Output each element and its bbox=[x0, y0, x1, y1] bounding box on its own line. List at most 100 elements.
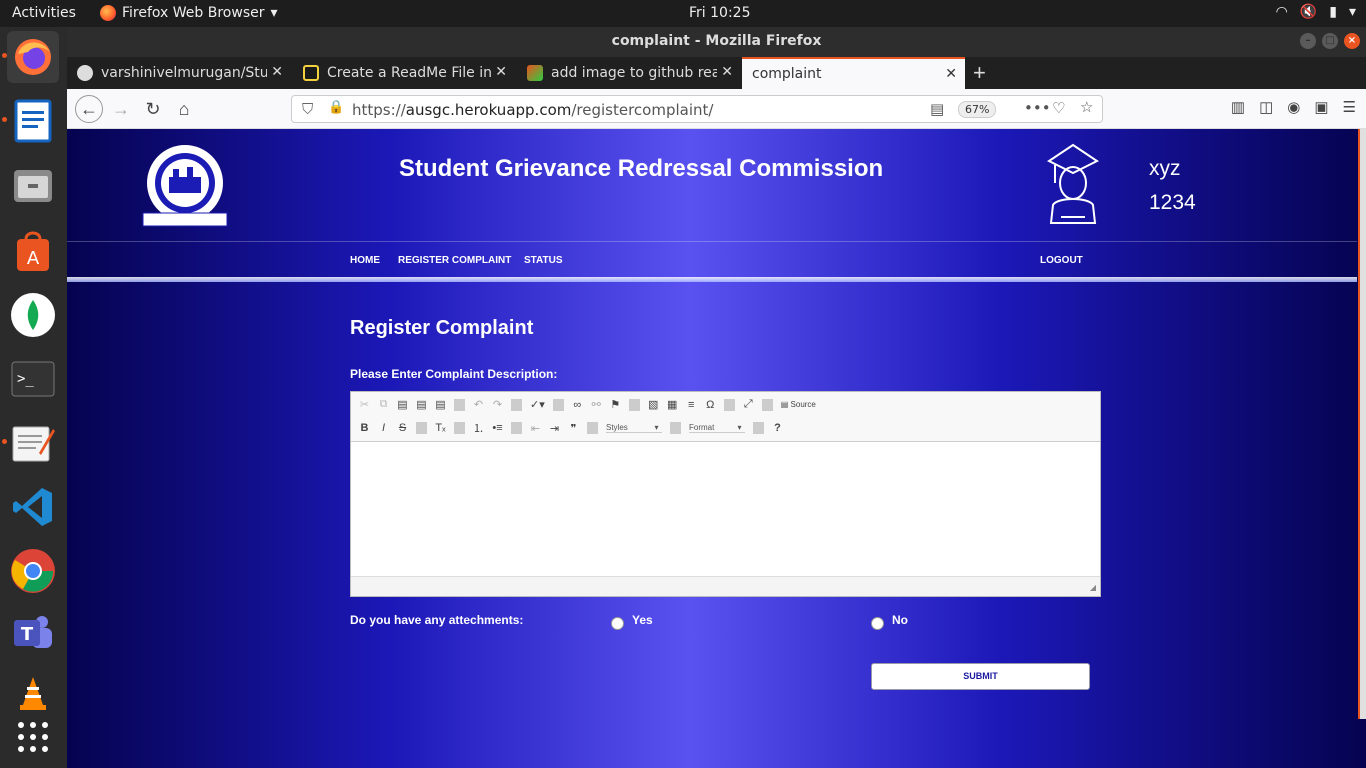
tab-add-image[interactable]: add image to github read ✕ bbox=[517, 57, 741, 89]
indent-icon[interactable]: ⇥ bbox=[549, 422, 560, 435]
bold-icon[interactable]: B bbox=[359, 422, 370, 434]
format-dropdown[interactable]: Format ▾ bbox=[689, 423, 745, 433]
nav-status[interactable]: STATUS bbox=[524, 255, 563, 266]
source-button[interactable]: ▤ Source bbox=[781, 400, 816, 409]
toolbar-separator bbox=[753, 422, 764, 434]
clock[interactable]: Fri 10:25 bbox=[689, 5, 750, 21]
remove-format-icon[interactable]: Tₓ bbox=[435, 422, 446, 434]
account-icon[interactable]: ◉ bbox=[1287, 98, 1300, 116]
numbered-list-icon[interactable]: ⒈ bbox=[473, 420, 484, 436]
horizontal-rule-icon[interactable]: ≡ bbox=[686, 399, 697, 411]
image-icon[interactable]: ▧ bbox=[648, 398, 659, 411]
new-tab-button[interactable]: + bbox=[973, 60, 986, 86]
search-result-icon bbox=[527, 65, 543, 81]
page-actions-icon[interactable]: ••• bbox=[1024, 99, 1051, 117]
spellcheck-icon[interactable]: ✓▾ bbox=[530, 398, 545, 411]
page-scrollbar[interactable] bbox=[1358, 129, 1366, 719]
dock-text-editor[interactable] bbox=[7, 417, 59, 469]
link-icon[interactable]: ∞ bbox=[572, 399, 583, 411]
activities-button[interactable]: Activities bbox=[12, 5, 76, 21]
dock-files[interactable] bbox=[7, 160, 59, 212]
unlink-icon[interactable]: ⚯ bbox=[591, 398, 602, 411]
system-tray[interactable]: ◠ 🔇 ▮ ▾ bbox=[1276, 4, 1356, 20]
dock-firefox[interactable] bbox=[7, 31, 59, 83]
table-icon[interactable]: ▦ bbox=[667, 398, 678, 411]
user-name: xyz bbox=[1149, 157, 1181, 180]
graduate-avatar-icon bbox=[1047, 143, 1099, 224]
svg-text:T: T bbox=[21, 624, 34, 645]
redo-icon[interactable]: ↷ bbox=[492, 398, 503, 411]
undo-icon[interactable]: ↶ bbox=[473, 398, 484, 411]
bulleted-list-icon[interactable]: •≡ bbox=[492, 422, 503, 434]
complaint-description-textarea[interactable] bbox=[351, 442, 1100, 576]
tab-readme[interactable]: Create a ReadMe File in G ✕ bbox=[293, 57, 515, 89]
special-char-icon[interactable]: Ω bbox=[705, 399, 716, 411]
close-tab-icon[interactable]: ✕ bbox=[495, 64, 507, 80]
paste-text-icon[interactable]: ▤ bbox=[416, 398, 427, 411]
blockquote-icon[interactable]: ❞ bbox=[568, 422, 579, 435]
close-tab-icon[interactable]: ✕ bbox=[945, 66, 957, 82]
resize-handle-icon[interactable]: ◢ bbox=[1090, 583, 1096, 592]
nav-home[interactable]: HOME bbox=[350, 255, 380, 266]
attachment-yes-radio[interactable] bbox=[611, 617, 624, 630]
minimize-button[interactable]: – bbox=[1300, 33, 1316, 49]
app-menu[interactable]: Firefox Web Browser ▾ bbox=[100, 5, 278, 21]
university-logo bbox=[142, 145, 228, 227]
chrome-icon bbox=[11, 549, 55, 593]
menu-icon[interactable]: ☰ bbox=[1343, 98, 1356, 116]
anchor-icon[interactable]: ⚑ bbox=[610, 398, 621, 411]
dock-teams[interactable]: T bbox=[7, 609, 59, 661]
close-tab-icon[interactable]: ✕ bbox=[271, 64, 283, 80]
dock-chrome[interactable] bbox=[7, 545, 59, 597]
tab-github[interactable]: varshinivelmurugan/Stud ✕ bbox=[67, 57, 291, 89]
library-icon[interactable]: ▥ bbox=[1231, 98, 1245, 116]
dock-software[interactable]: A bbox=[7, 225, 59, 277]
submit-button[interactable]: SUBMIT bbox=[871, 663, 1090, 690]
tab-complaint[interactable]: complaint ✕ bbox=[742, 57, 965, 89]
home-button[interactable]: ⌂ bbox=[172, 97, 196, 121]
show-applications-button[interactable] bbox=[7, 711, 59, 763]
nav-register-complaint[interactable]: REGISTER COMPLAINT bbox=[398, 255, 511, 266]
back-button[interactable]: ← bbox=[75, 95, 103, 123]
window-titlebar[interactable]: complaint - Mozilla Firefox – □ × bbox=[67, 27, 1366, 57]
maximize-button[interactable]: □ bbox=[1322, 33, 1338, 49]
cut-icon[interactable]: ✂ bbox=[359, 398, 370, 411]
shield-icon[interactable]: ⛉ bbox=[302, 100, 313, 118]
attachment-no-radio[interactable] bbox=[871, 617, 884, 630]
outdent-icon[interactable]: ⇤ bbox=[530, 422, 541, 435]
paste-word-icon[interactable]: ▤ bbox=[435, 398, 446, 411]
close-tab-icon[interactable]: ✕ bbox=[721, 64, 733, 80]
url-bar[interactable]: ⛉ 🔒 https://ausgc.herokuapp.com/register… bbox=[291, 95, 1103, 123]
strike-icon[interactable]: S bbox=[397, 422, 408, 434]
bookmark-star-icon[interactable]: ☆ bbox=[1080, 98, 1093, 116]
zoom-indicator[interactable]: 67% bbox=[958, 101, 997, 118]
user-id: 1234 bbox=[1149, 191, 1196, 214]
maximize-icon[interactable]: ⤢ bbox=[743, 398, 754, 411]
teams-icon: T bbox=[14, 616, 52, 648]
reader-view-icon[interactable]: ▤ bbox=[930, 100, 944, 118]
italic-icon[interactable]: I bbox=[378, 422, 389, 434]
sidebar-icon[interactable]: ◫ bbox=[1259, 98, 1273, 116]
dock-vscode[interactable] bbox=[7, 481, 59, 533]
screenshot-icon[interactable]: ▣ bbox=[1314, 98, 1328, 116]
url-text[interactable]: https://ausgc.herokuapp.com/registercomp… bbox=[352, 101, 713, 119]
close-window-button[interactable]: × bbox=[1344, 33, 1360, 49]
styles-label: Styles bbox=[606, 423, 628, 432]
dock-writer[interactable] bbox=[7, 95, 59, 147]
paste-icon[interactable]: ▤ bbox=[397, 398, 408, 411]
svg-text:>_: >_ bbox=[17, 371, 34, 387]
dock-mongodb[interactable] bbox=[7, 289, 59, 341]
lock-icon[interactable]: 🔒 bbox=[328, 100, 344, 115]
dock-terminal[interactable]: >_ bbox=[7, 353, 59, 405]
nav-logout[interactable]: LOGOUT bbox=[1040, 255, 1083, 266]
firefox-icon bbox=[15, 39, 51, 75]
help-icon[interactable]: ? bbox=[772, 422, 783, 434]
toolbar-separator bbox=[587, 422, 598, 434]
copy-icon[interactable]: ⧉ bbox=[378, 398, 389, 411]
toolbar-separator bbox=[454, 422, 465, 434]
styles-dropdown[interactable]: Styles ▾ bbox=[606, 423, 662, 433]
terminal-icon: >_ bbox=[11, 361, 55, 397]
reload-button[interactable]: ↻ bbox=[141, 97, 165, 121]
forward-button[interactable]: → bbox=[109, 97, 133, 121]
pocket-icon[interactable]: ♡ bbox=[1052, 99, 1065, 117]
